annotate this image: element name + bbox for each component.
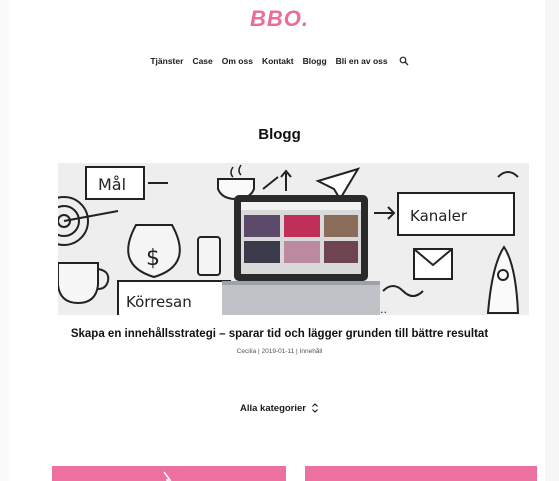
svg-text:$: $	[146, 246, 160, 271]
svg-text:..: ..	[380, 303, 387, 315]
page: BBO. Tjänster Case Om oss Kontakt Blogg …	[0, 0, 559, 481]
nav-item-blogg[interactable]: Blogg	[303, 56, 327, 66]
search-icon[interactable]	[399, 56, 409, 66]
image-label-korresan: Körresan	[126, 293, 192, 311]
updown-chevron-icon[interactable]	[311, 402, 319, 414]
image-label-kanaler: Kanaler	[410, 207, 468, 225]
page-title: Blogg	[258, 126, 301, 143]
post-meta: Cecilia | 2019-01-11 | Innehåll	[236, 348, 323, 355]
nav-item-bli-en-av-oss[interactable]: Bli en av oss	[336, 56, 388, 66]
main-nav: Tjänster Case Om oss Kontakt Blogg Bli e…	[0, 56, 559, 66]
image-label-mal: Mål	[98, 175, 126, 194]
post-title[interactable]: Skapa en innehållsstrategi – sparar tid …	[30, 328, 529, 340]
nav-item-tjanster[interactable]: Tjänster	[150, 56, 183, 66]
nav-item-case[interactable]: Case	[192, 56, 212, 66]
category-filter-label: Alla kategorier	[240, 402, 306, 414]
nav-item-om-oss[interactable]: Om oss	[222, 56, 253, 66]
featured-post-image[interactable]: Mål $ Körresan Kanaler ..	[58, 163, 529, 315]
category-filter[interactable]: Alla kategorier	[0, 402, 559, 414]
site-logo[interactable]: BBO.	[0, 6, 559, 32]
nav-item-kontakt[interactable]: Kontakt	[262, 56, 294, 66]
post-card-right[interactable]	[305, 466, 537, 481]
post-card-left[interactable]	[52, 466, 286, 481]
